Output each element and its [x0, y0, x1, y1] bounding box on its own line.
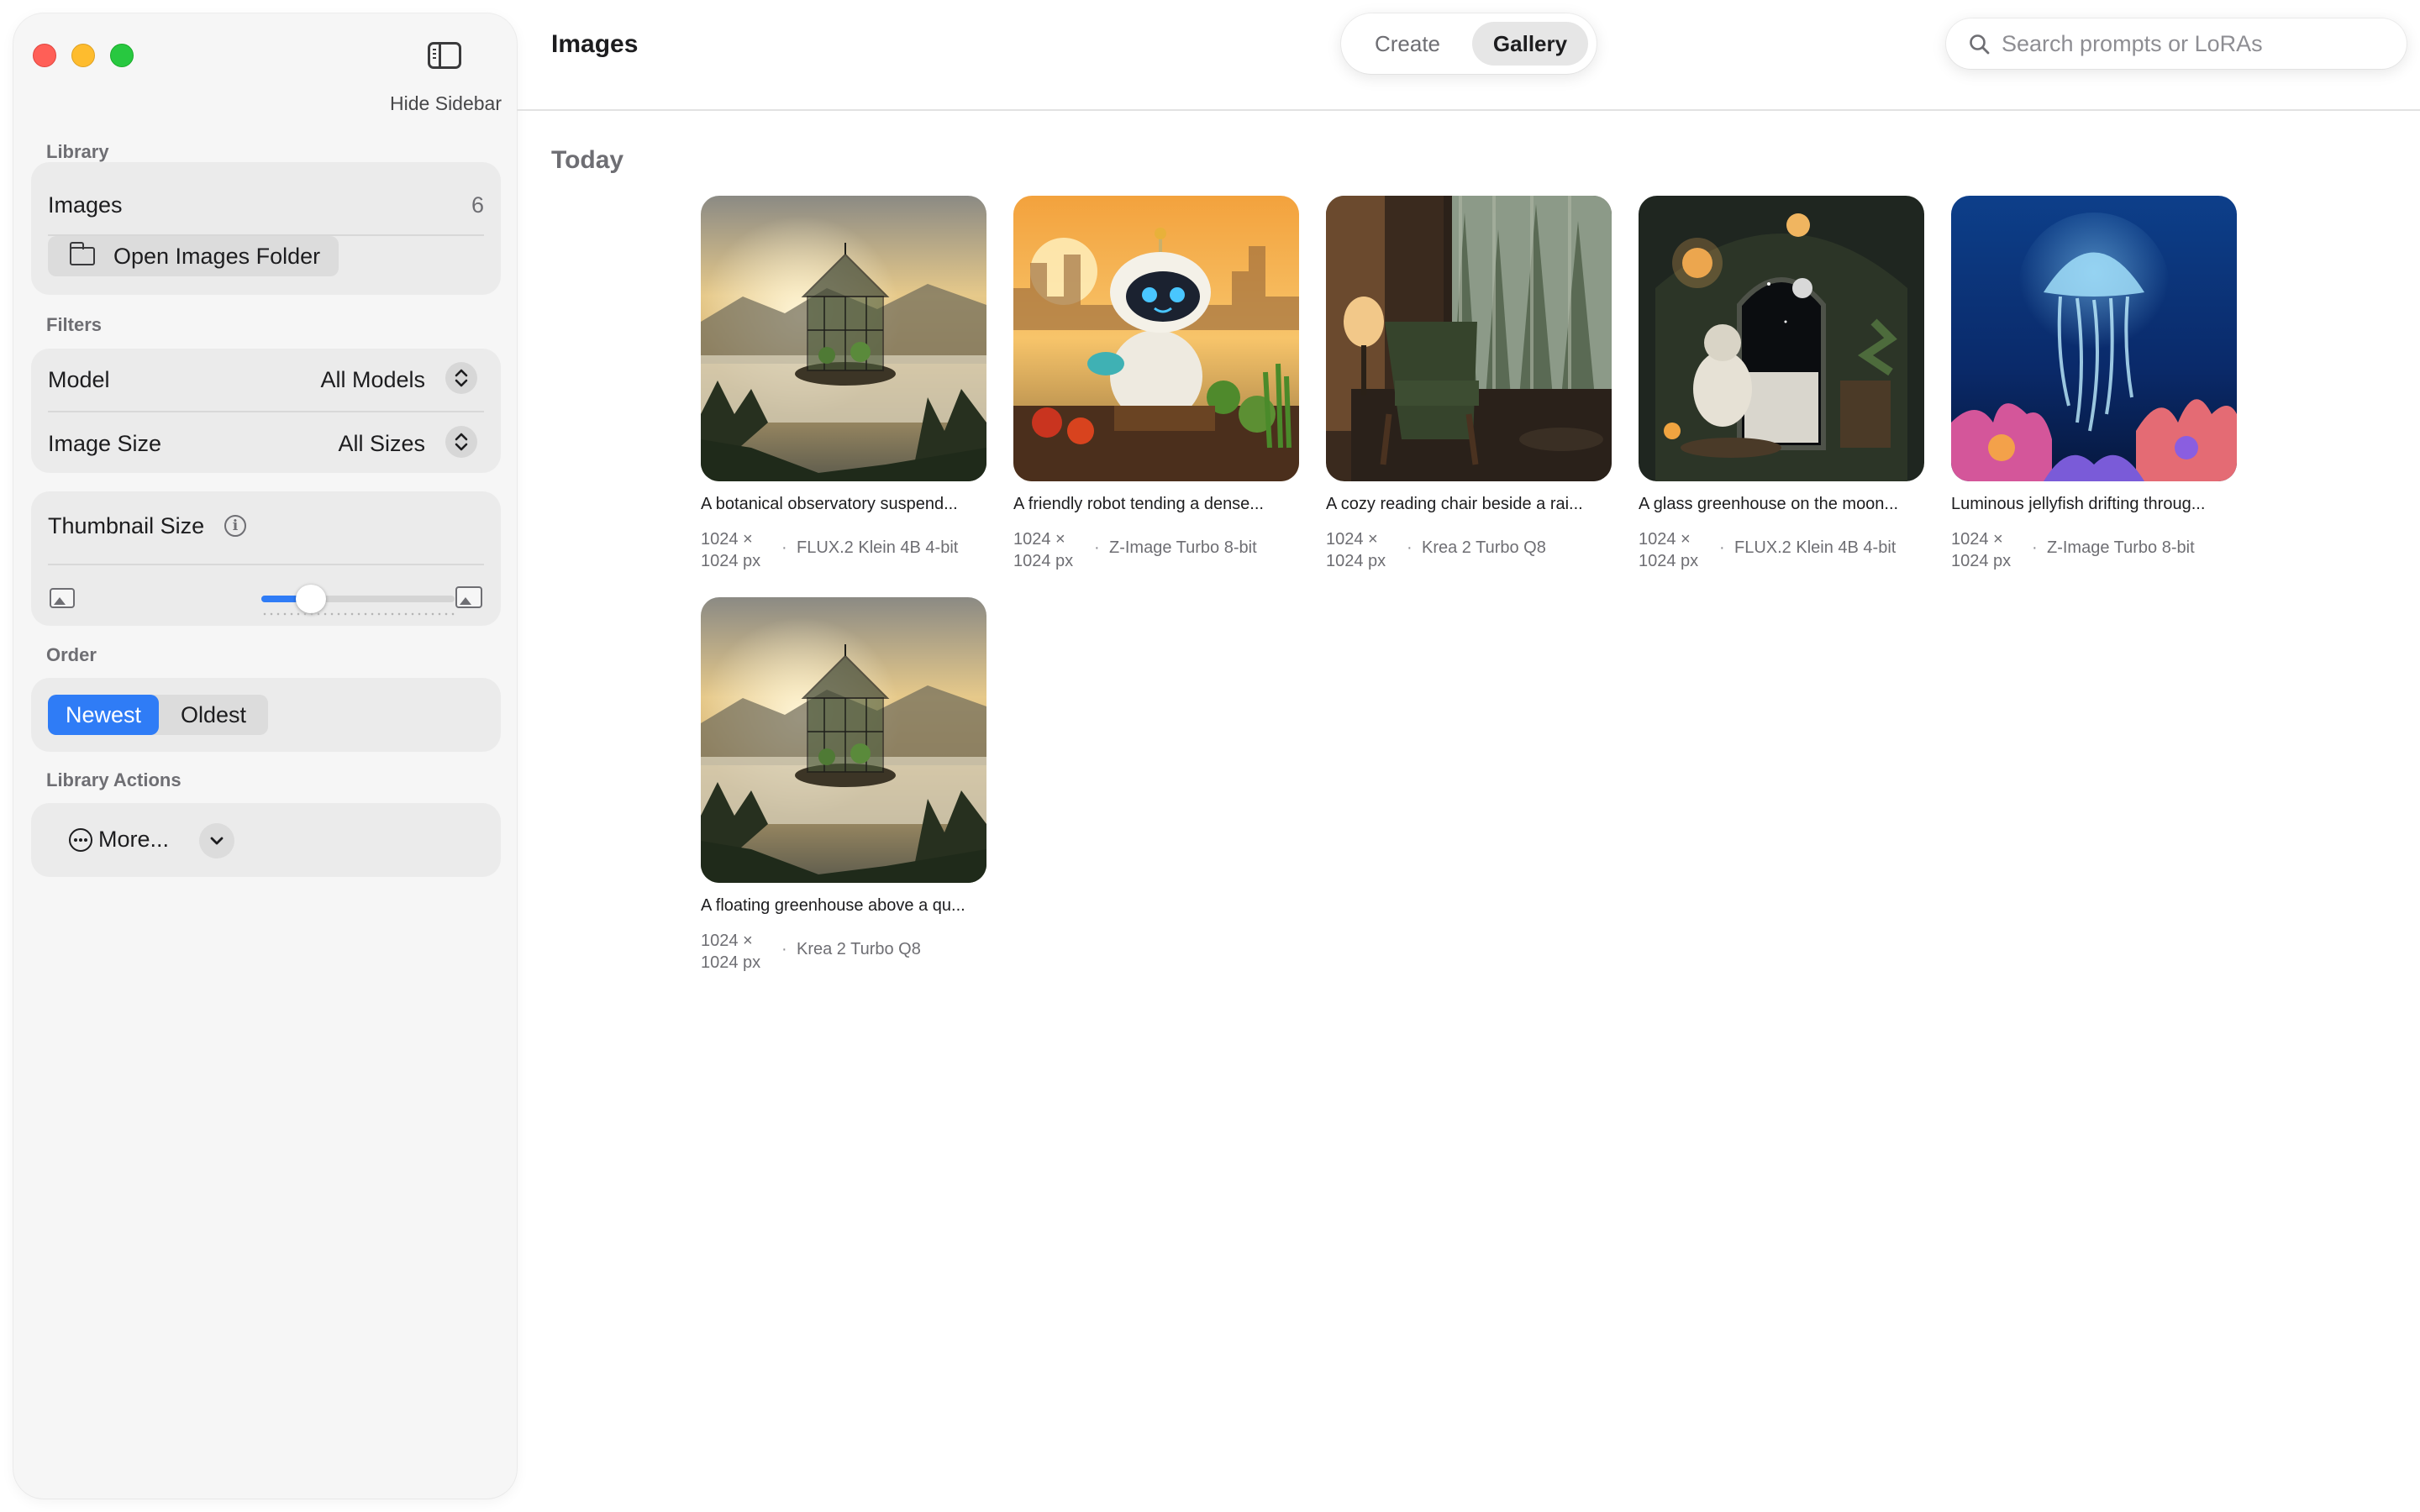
order-group: Newest Oldest	[31, 678, 501, 752]
image-size-filter-popup-icon[interactable]	[445, 426, 477, 458]
large-image-icon	[455, 586, 482, 608]
separator-dot: ·	[1719, 538, 1725, 557]
gallery-thumbnail[interactable]	[1013, 196, 1299, 481]
model-filter-value[interactable]: All Models	[320, 367, 425, 393]
gallery-item-size-line: 1024 px	[701, 953, 761, 972]
gallery-item[interactable]: A glass greenhouse on the moon... 1024 × 1…	[1639, 196, 1924, 582]
gallery-item[interactable]: A floating greenhouse above a qu... 1024 …	[701, 597, 986, 984]
hide-sidebar-label[interactable]: Hide Sidebar	[390, 92, 502, 115]
open-images-folder-button[interactable]: Open Images Folder	[48, 236, 339, 276]
sidebar: Hide Sidebar Library Images 6 Open Image…	[13, 13, 517, 1499]
library-actions-section-label: Library Actions	[46, 769, 182, 790]
separator-dot: ·	[781, 538, 787, 557]
gallery-item-size-line: 1024 px	[1639, 552, 1699, 570]
gallery-item-caption: A friendly robot tending a dense...	[1013, 495, 1264, 513]
folder-icon	[69, 242, 95, 265]
separator-dot: ·	[1407, 538, 1413, 557]
sidebar-toggle-icon[interactable]	[428, 42, 461, 69]
gallery-item-size: 1024 × 1024 px	[1639, 528, 1714, 572]
slider-ticks	[261, 612, 455, 616]
small-image-icon	[50, 588, 75, 608]
gallery-item-size: 1024 × 1024 px	[701, 930, 776, 974]
toolbar-divider	[517, 109, 2420, 111]
more-actions-button[interactable]: More...	[98, 827, 169, 853]
filters-group: Model All Models Image Size All Sizes	[31, 349, 501, 473]
gallery-section-title: Today	[551, 146, 624, 174]
ellipsis-circle-icon[interactable]	[69, 828, 92, 852]
gallery-thumbnail[interactable]	[701, 597, 986, 883]
slider-thumb[interactable]	[296, 585, 326, 613]
images-count: 6	[471, 192, 484, 218]
model-filter-label: Model	[48, 367, 110, 392]
gallery-item-size-line: 1024 ×	[1326, 530, 1378, 549]
close-window-button[interactable]	[33, 44, 56, 67]
page-title: Images	[551, 30, 639, 58]
filters-section-label: Filters	[46, 314, 103, 335]
gallery-item-size: 1024 × 1024 px	[1013, 528, 1089, 572]
gallery-item[interactable]: A friendly robot tending a dense... 1024 …	[1013, 196, 1299, 582]
gallery-item-size: 1024 × 1024 px	[1326, 528, 1402, 572]
chevron-down-icon[interactable]	[199, 823, 234, 858]
gallery-item-size-line: 1024 px	[1013, 552, 1074, 570]
divider	[48, 564, 484, 565]
separator-dot: ·	[2032, 538, 2038, 557]
search-input[interactable]	[2002, 27, 2388, 60]
gallery-item-model: Z-Image Turbo 8-bit	[2047, 538, 2195, 557]
gallery-item-size-line: 1024 ×	[701, 932, 753, 950]
gallery-item-size-line: 1024 ×	[1013, 530, 1065, 549]
gallery-item[interactable]: A botanical observatory suspend... 1024 ×…	[701, 196, 986, 582]
gallery-item-caption: A floating greenhouse above a qu...	[701, 896, 965, 915]
tab-gallery[interactable]: Gallery	[1472, 22, 1588, 66]
library-actions-group: More...	[31, 803, 501, 877]
gallery-item-size-line: 1024 px	[1951, 552, 2012, 570]
gallery-item-size-line: 1024 ×	[1951, 530, 2003, 549]
gallery-item-model: Krea 2 Turbo Q8	[797, 940, 921, 958]
mode-segmented-control: Create Gallery	[1341, 13, 1597, 74]
thumbnail-size-slider[interactable]	[261, 585, 455, 613]
images-row-label[interactable]: Images	[48, 192, 123, 218]
gallery-item-model: FLUX.2 Klein 4B 4-bit	[1734, 538, 1897, 557]
library-section-label: Library	[46, 141, 109, 162]
gallery-thumbnail[interactable]	[1639, 196, 1924, 481]
gallery-item-size-line: 1024 ×	[701, 530, 753, 549]
search-field[interactable]	[1946, 18, 2407, 69]
thumbnail-size-label: Thumbnail Size	[48, 513, 205, 538]
gallery-item-size-line: 1024 ×	[1639, 530, 1691, 549]
gallery-thumbnail[interactable]	[1951, 196, 2237, 481]
order-oldest-button[interactable]: Oldest	[159, 695, 268, 735]
gallery-item-caption: A botanical observatory suspend...	[701, 495, 958, 513]
order-section-label: Order	[46, 644, 97, 665]
order-newest-button[interactable]: Newest	[48, 695, 159, 735]
gallery-item-size: 1024 × 1024 px	[701, 528, 776, 572]
separator-dot: ·	[1094, 538, 1100, 557]
image-size-filter-value[interactable]: All Sizes	[338, 431, 425, 457]
divider	[48, 411, 484, 412]
thumbnail-size-group: Thumbnail Size i	[31, 491, 501, 626]
gallery-item-model: FLUX.2 Klein 4B 4-bit	[797, 538, 959, 557]
gallery-item[interactable]: Luminous jellyfish drifting throug... 102…	[1951, 196, 2237, 582]
gallery-item-model: Krea 2 Turbo Q8	[1422, 538, 1546, 557]
search-icon	[1970, 34, 1990, 55]
tab-create[interactable]: Create	[1349, 22, 1465, 66]
zoom-window-button[interactable]	[110, 44, 134, 67]
gallery-item-size-line: 1024 px	[701, 552, 761, 570]
gallery-item-caption: Luminous jellyfish drifting throug...	[1951, 495, 2206, 513]
separator-dot: ·	[781, 940, 787, 958]
app-window: Hide Sidebar Library Images 6 Open Image…	[0, 0, 2420, 1512]
gallery-thumbnail[interactable]	[1326, 196, 1612, 481]
library-group: Images 6 Open Images Folder	[31, 162, 501, 295]
gallery-thumbnail[interactable]	[701, 196, 986, 481]
order-segmented-control: Newest Oldest	[48, 695, 268, 735]
image-size-filter-label: Image Size	[48, 431, 162, 456]
gallery-item[interactable]: A cozy reading chair beside a rai... 1024…	[1326, 196, 1612, 582]
gallery-item-model: Z-Image Turbo 8-bit	[1109, 538, 1257, 557]
gallery-item-caption: A glass greenhouse on the moon...	[1639, 495, 1899, 513]
model-filter-popup-icon[interactable]	[445, 362, 477, 394]
gallery-item-size-line: 1024 px	[1326, 552, 1386, 570]
info-icon[interactable]: i	[224, 515, 246, 537]
gallery-item-caption: A cozy reading chair beside a rai...	[1326, 495, 1583, 513]
open-images-folder-label: Open Images Folder	[113, 244, 321, 269]
minimize-window-button[interactable]	[71, 44, 95, 67]
gallery-item-size: 1024 × 1024 px	[1951, 528, 2027, 572]
